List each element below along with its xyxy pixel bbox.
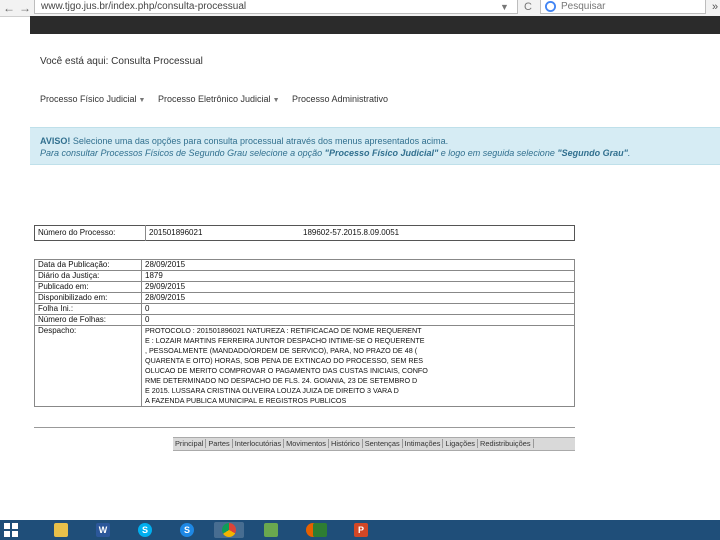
tab-principal[interactable]: Principal: [175, 439, 207, 448]
row-label: Disponibilizado em:: [34, 292, 142, 304]
processo-tabs: Principal Partes Interlocutórias Movimentos…: [173, 437, 575, 451]
processo-numero: 201501896021: [149, 228, 203, 237]
notice-line2-d: "Segundo Grau": [557, 148, 628, 158]
despacho-text: PROTOCOLO : 201501896021 NATUREZA : RETI…: [141, 325, 575, 407]
tab-historico[interactable]: Histórico: [330, 439, 363, 448]
menu-processo-eletronico[interactable]: Processo Eletrônico Judicial ▼: [158, 94, 280, 104]
table-row: Disponibilizado em: 28/09/2015: [34, 292, 575, 304]
despacho-label: Despacho:: [34, 325, 142, 407]
despacho-line: E 2015. LUSSARA CRISTINA OLIVEIRA LOUZA …: [145, 386, 399, 395]
file-explorer-glyph: [54, 523, 68, 537]
row-label: Número de Folhas:: [34, 314, 142, 326]
tab-ligacoes[interactable]: Ligações: [445, 439, 479, 448]
tab-movimentos[interactable]: Movimentos: [286, 439, 329, 448]
table-row: Diário da Justiça: 1879: [34, 270, 575, 282]
calculator-glyph: [313, 523, 327, 537]
divider: [34, 427, 575, 428]
url-dropdown-icon[interactable]: ▼: [500, 0, 509, 14]
notice-line2-b: "Processo Físico Judicial": [324, 148, 439, 158]
menu-label: Processo Administrativo: [292, 94, 389, 104]
notice-line2-e: .: [627, 148, 631, 158]
tab-intimacoes[interactable]: Intimações: [404, 439, 444, 448]
table-row: Data da Publicação: 28/09/2015: [34, 259, 575, 271]
processo-numero-cnj: 189602-57.2015.8.09.0051: [303, 228, 400, 237]
skype-business-glyph: S: [180, 523, 194, 537]
notice-prefix: AVISO!: [40, 136, 71, 146]
menu-label: Processo Físico Judicial: [40, 94, 137, 104]
calculator-icon[interactable]: [305, 522, 335, 538]
skype-icon[interactable]: S: [130, 522, 160, 538]
row-label: Folha Ini.:: [34, 303, 142, 315]
paint-glyph: [264, 523, 278, 537]
overflow-menu-icon[interactable]: »: [712, 0, 718, 14]
breadcrumb: Você está aqui: Consulta Processual: [40, 56, 203, 67]
table-row: Número de Folhas: 0: [34, 314, 575, 326]
menu-processo-administrativo[interactable]: Processo Administrativo: [292, 94, 388, 104]
row-value: 28/09/2015: [141, 259, 575, 271]
search-input[interactable]: Pesquisar: [540, 0, 706, 14]
despacho-line: QUARENTA E OITO) HORAS, SOB PENA DE EXTI…: [145, 356, 424, 365]
word-glyph: W: [96, 523, 110, 537]
skype-business-icon[interactable]: S: [172, 522, 202, 538]
chevron-down-icon: ▼: [138, 97, 146, 104]
paint-icon[interactable]: [256, 522, 286, 538]
despacho-line: OLUCAO DE MERITO COMPROVAR O PAGAMENTO D…: [145, 366, 428, 375]
despacho-line: E : LOZAIR MARTINS FERREIRA JUNTOR DESPA…: [145, 336, 425, 345]
row-value: 28/09/2015: [141, 292, 575, 304]
publicacao-table: Data da Publicação: 28/09/2015 Diário da…: [34, 259, 575, 407]
windows-start-icon[interactable]: [4, 523, 18, 537]
despacho-line: PROTOCOLO : 201501896021 NATUREZA : RETI…: [145, 326, 422, 335]
google-icon: [545, 1, 556, 12]
tab-interlocutorias[interactable]: Interlocutórias: [234, 439, 285, 448]
notice-line2-a: Para consultar Processos Físicos de Segu…: [40, 148, 325, 158]
despacho-line: RME DETERMINADO NO DESPACHO DE FLS. 24. …: [145, 376, 418, 385]
address-bar[interactable]: www.tjgo.jus.br/index.php/consulta-proce…: [34, 0, 518, 14]
site-navigation: [30, 16, 720, 34]
windows-taskbar: W S S P: [0, 520, 720, 540]
info-notice: AVISO! Selecione uma das opções para con…: [30, 127, 720, 165]
file-explorer-icon[interactable]: [46, 522, 76, 538]
tab-redistribuicoes[interactable]: Redistribuições: [480, 439, 534, 448]
row-label: Diário da Justiça:: [34, 270, 142, 282]
reload-icon[interactable]: C: [524, 0, 532, 14]
row-label: Data da Publicação:: [34, 259, 142, 271]
chrome-glyph: [222, 523, 236, 537]
row-value: 1879: [141, 270, 575, 282]
consulta-menu: Processo Físico Judicial ▼ Processo Eletr…: [40, 94, 398, 104]
chrome-icon[interactable]: [214, 522, 244, 538]
word-icon[interactable]: W: [88, 522, 118, 538]
menu-processo-fisico[interactable]: Processo Físico Judicial ▼: [40, 94, 145, 104]
processo-label: Número do Processo:: [34, 225, 146, 241]
notice-line2-c: e logo em seguida selecione: [438, 148, 558, 158]
notice-line1: Selecione uma das opções para consulta p…: [72, 136, 449, 146]
row-label: Publicado em:: [34, 281, 142, 293]
menu-label: Processo Eletrônico Judicial: [158, 94, 271, 104]
chevron-down-icon: ▼: [272, 97, 280, 104]
skype-glyph: S: [138, 523, 152, 537]
powerpoint-icon[interactable]: P: [346, 522, 376, 538]
browser-toolbar: ← → www.tjgo.jus.br/index.php/consulta-p…: [0, 0, 720, 17]
row-value: 29/09/2015: [141, 281, 575, 293]
table-row: Despacho: PROTOCOLO : 201501896021 NATUR…: [34, 325, 575, 407]
despacho-line: , PESSOALMENTE (MANDADO/ORDEM DE SERVICO…: [145, 346, 418, 355]
powerpoint-glyph: P: [354, 523, 368, 537]
despacho-line: A FAZENDA PUBLICA MUNICIPAL E REGISTROS …: [145, 396, 347, 405]
row-value: 0: [141, 314, 575, 326]
forward-button[interactable]: →: [16, 0, 34, 16]
table-row: Publicado em: 29/09/2015: [34, 281, 575, 293]
processo-table: Número do Processo: 201501896021 189602-…: [34, 225, 575, 241]
tab-sentencas[interactable]: Sentenças: [364, 439, 403, 448]
row-value: 0: [141, 303, 575, 315]
tab-partes[interactable]: Partes: [208, 439, 233, 448]
table-row: Folha Ini.: 0: [34, 303, 575, 315]
search-placeholder: Pesquisar: [561, 1, 606, 12]
